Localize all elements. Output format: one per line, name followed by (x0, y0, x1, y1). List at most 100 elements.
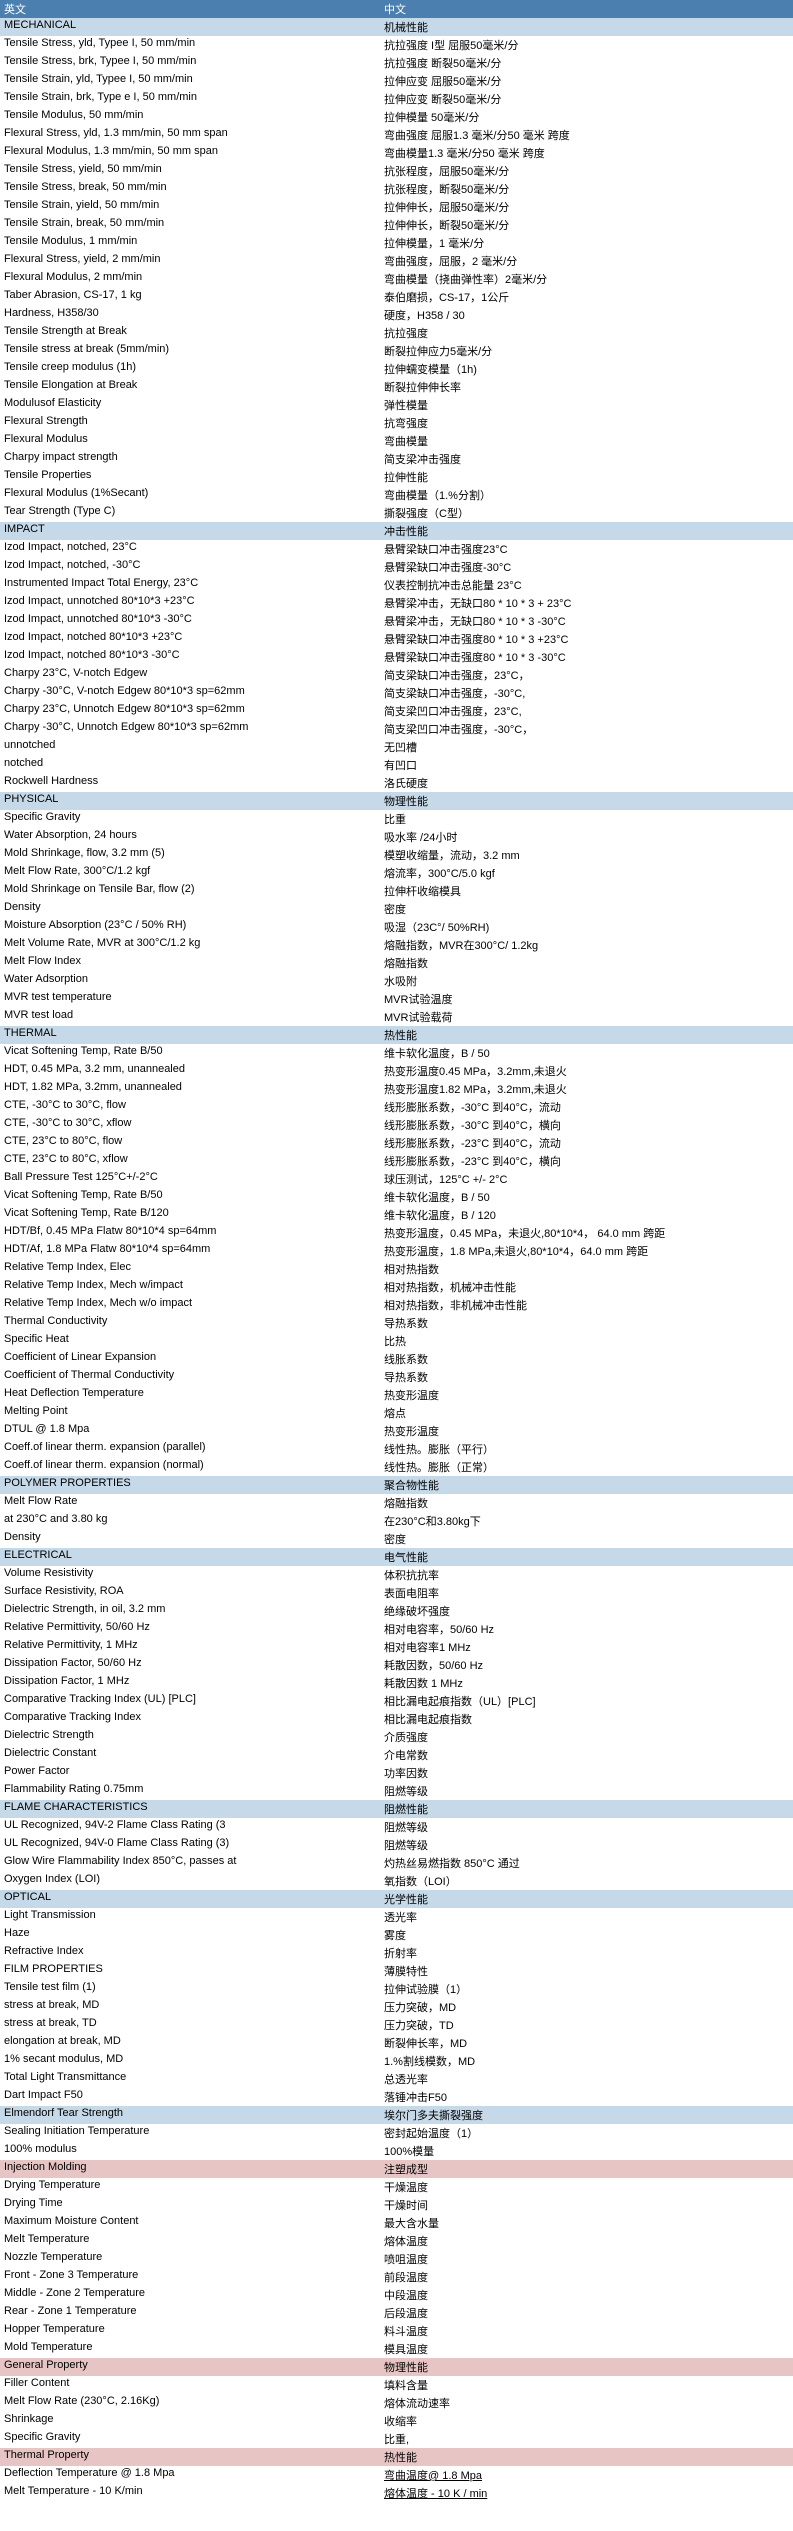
table-row: Tensile Modulus, 50 mm/min拉伸模量 50毫米/分 (0, 108, 793, 126)
term-en: Haze (0, 1926, 380, 1944)
term-cn: 耗散因数，50/60 Hz (380, 1656, 793, 1674)
table-row: Izod Impact, unnotched 80*10*3 +23°C悬臂梁冲… (0, 594, 793, 612)
table-row: Vicat Softening Temp, Rate B/50维卡软化温度，B … (0, 1044, 793, 1062)
term-en: Mold Shrinkage on Tensile Bar, flow (2) (0, 882, 380, 900)
term-cn: 相比漏电起痕指数（UL）[PLC] (380, 1692, 793, 1710)
section-row: Injection Molding注塑成型 (0, 2160, 793, 2178)
table-row: Dissipation Factor, 1 MHz耗散因数 1 MHz (0, 1674, 793, 1692)
term-en: Charpy 23°C, V-notch Edgew (0, 666, 380, 684)
term-en: Izod Impact, notched 80*10*3 +23°C (0, 630, 380, 648)
term-cn: 弹性模量 (380, 396, 793, 414)
term-cn: 断裂拉伸伸长率 (380, 378, 793, 396)
table-row: Dielectric Strength介质强度 (0, 1728, 793, 1746)
section-row: General Property物理性能 (0, 2358, 793, 2376)
table-row: Refractive Index折射率 (0, 1944, 793, 1962)
section-label-en: IMPACT (0, 522, 380, 540)
table-row: notched有凹口 (0, 756, 793, 774)
term-en: Deflection Temperature @ 1.8 Mpa (0, 2466, 380, 2484)
term-en: Flammability Rating 0.75mm (0, 1782, 380, 1800)
term-cn: 硬度，H358 / 30 (380, 306, 793, 324)
term-cn: 弯曲强度 屈服1.3 毫米/分50 毫米 跨度 (380, 126, 793, 144)
term-en: Comparative Tracking Index (0, 1710, 380, 1728)
table-row: Drying Temperature干燥温度 (0, 2178, 793, 2196)
table-row: Melt Temperature - 10 K/min熔体温度 - 10 K /… (0, 2484, 793, 2502)
section-label-cn: 电气性能 (380, 1548, 793, 1566)
term-en: Tensile Stress, brk, Typee I, 50 mm/min (0, 54, 380, 72)
table-row: stress at break, TD压力突破，TD (0, 2016, 793, 2034)
table-row: Vicat Softening Temp, Rate B/50维卡软化温度，B … (0, 1188, 793, 1206)
section-label-cn: 注塑成型 (380, 2160, 793, 2178)
term-cn: 绝缘破坏强度 (380, 1602, 793, 1620)
term-en: Comparative Tracking Index (UL) [PLC] (0, 1692, 380, 1710)
table-row: Rockwell Hardness洛氏硬度 (0, 774, 793, 792)
term-cn: 模塑收缩量，流动，3.2 mm (380, 846, 793, 864)
table-row: Vicat Softening Temp, Rate B/120维卡软化温度，B… (0, 1206, 793, 1224)
term-en: CTE, 23°C to 80°C, flow (0, 1134, 380, 1152)
table-row: Specific Heat比热 (0, 1332, 793, 1350)
table-row: Melt Flow Index熔融指数 (0, 954, 793, 972)
table-row: Relative Temp Index, Mech w/o impact相对热指… (0, 1296, 793, 1314)
term-en: Shrinkage (0, 2412, 380, 2430)
term-en: CTE, 23°C to 80°C, xflow (0, 1152, 380, 1170)
term-en: Melt Flow Rate, 300°C/1.2 kgf (0, 864, 380, 882)
term-en: Tensile Strain, brk, Type e I, 50 mm/min (0, 90, 380, 108)
term-cn: 简支梁冲击强度 (380, 450, 793, 468)
term-cn: 拉伸试验膜（1） (380, 1980, 793, 1998)
term-cn: 热变形温度 (380, 1386, 793, 1404)
term-en: Melt Volume Rate, MVR at 300°C/1.2 kg (0, 936, 380, 954)
table-row: Melt Flow Rate, 300°C/1.2 kgf熔流率，300°C/5… (0, 864, 793, 882)
term-cn: 表面电阻率 (380, 1584, 793, 1602)
term-cn: 介电常数 (380, 1746, 793, 1764)
table-row: HDT, 0.45 MPa, 3.2 mm, unannealed热变形温度0.… (0, 1062, 793, 1080)
term-cn: 悬臂梁缺口冲击强度-30°C (380, 558, 793, 576)
term-cn: 熔流率，300°C/5.0 kgf (380, 864, 793, 882)
term-cn: 水吸附 (380, 972, 793, 990)
term-en: Melting Point (0, 1404, 380, 1422)
table-row: CTE, -30°C to 30°C, flow线形膨胀系数，-30°C 到40… (0, 1098, 793, 1116)
term-en: 100% modulus (0, 2142, 380, 2160)
term-en: Modulusof Elasticity (0, 396, 380, 414)
table-row: Total Light Transmittance总透光率 (0, 2070, 793, 2088)
term-cn: 弯曲模量 (380, 432, 793, 450)
table-row: Sealing Initiation Temperature密封起始温度（1） (0, 2124, 793, 2142)
term-en: Tensile Stress, yld, Typee I, 50 mm/min (0, 36, 380, 54)
term-cn: 干燥温度 (380, 2178, 793, 2196)
term-en: Melt Flow Rate (230°C, 2.16Kg) (0, 2394, 380, 2412)
table-row: Thermal Conductivity导热系数 (0, 1314, 793, 1332)
term-cn[interactable]: 熔体温度 - 10 K / min (380, 2484, 793, 2502)
term-cn[interactable]: 弯曲温度@ 1.8 Mpa (380, 2466, 793, 2484)
term-en: FILM PROPERTIES (0, 1962, 380, 1980)
table-row: Water Absorption, 24 hours吸水率 /24小时 (0, 828, 793, 846)
term-en: Drying Time (0, 2196, 380, 2214)
term-cn: 总透光率 (380, 2070, 793, 2088)
table-row: Coefficient of Thermal Conductivity导热系数 (0, 1368, 793, 1386)
term-cn: 比重, (380, 2430, 793, 2448)
table-row: Tensile Stress, break, 50 mm/min抗张程度，断裂5… (0, 180, 793, 198)
table-row: Modulusof Elasticity弹性模量 (0, 396, 793, 414)
table-row: Coeff.of linear therm. expansion (normal… (0, 1458, 793, 1476)
term-en: Nozzle Temperature (0, 2250, 380, 2268)
table-row: Flexural Modulus (1%Secant)弯曲模量（1.%分割） (0, 486, 793, 504)
term-en: Charpy -30°C, Unnotch Edgew 80*10*3 sp=6… (0, 720, 380, 738)
glossary-table: 英文 中文 MECHANICAL机械性能Tensile Stress, yld,… (0, 0, 793, 2502)
section-label-en: Elmendorf Tear Strength (0, 2106, 380, 2124)
term-en: Specific Gravity (0, 810, 380, 828)
section-label-cn: 机械性能 (380, 18, 793, 36)
table-row: MVR test temperatureMVR试验温度 (0, 990, 793, 1008)
term-en: HDT/Bf, 0.45 MPa Flatw 80*10*4 sp=64mm (0, 1224, 380, 1242)
term-cn: 洛氏硬度 (380, 774, 793, 792)
term-en: Surface Resistivity, ROA (0, 1584, 380, 1602)
term-cn: 密度 (380, 900, 793, 918)
term-cn: 密封起始温度（1） (380, 2124, 793, 2142)
term-en: Dielectric Strength (0, 1728, 380, 1746)
term-cn: 热变形温度，0.45 MPa，未退火,80*10*4， 64.0 mm 跨距 (380, 1224, 793, 1242)
term-cn: 喷咀温度 (380, 2250, 793, 2268)
term-cn: 熔体流动速率 (380, 2394, 793, 2412)
table-row: Charpy -30°C, V-notch Edgew 80*10*3 sp=6… (0, 684, 793, 702)
term-cn: 阻燃等级 (380, 1782, 793, 1800)
section-row: PHYSICAL物理性能 (0, 792, 793, 810)
term-en: Izod Impact, unnotched 80*10*3 +23°C (0, 594, 380, 612)
section-label-en: MECHANICAL (0, 18, 380, 36)
table-row: Mold Shrinkage, flow, 3.2 mm (5)模塑收缩量，流动… (0, 846, 793, 864)
term-cn: 线胀系数 (380, 1350, 793, 1368)
